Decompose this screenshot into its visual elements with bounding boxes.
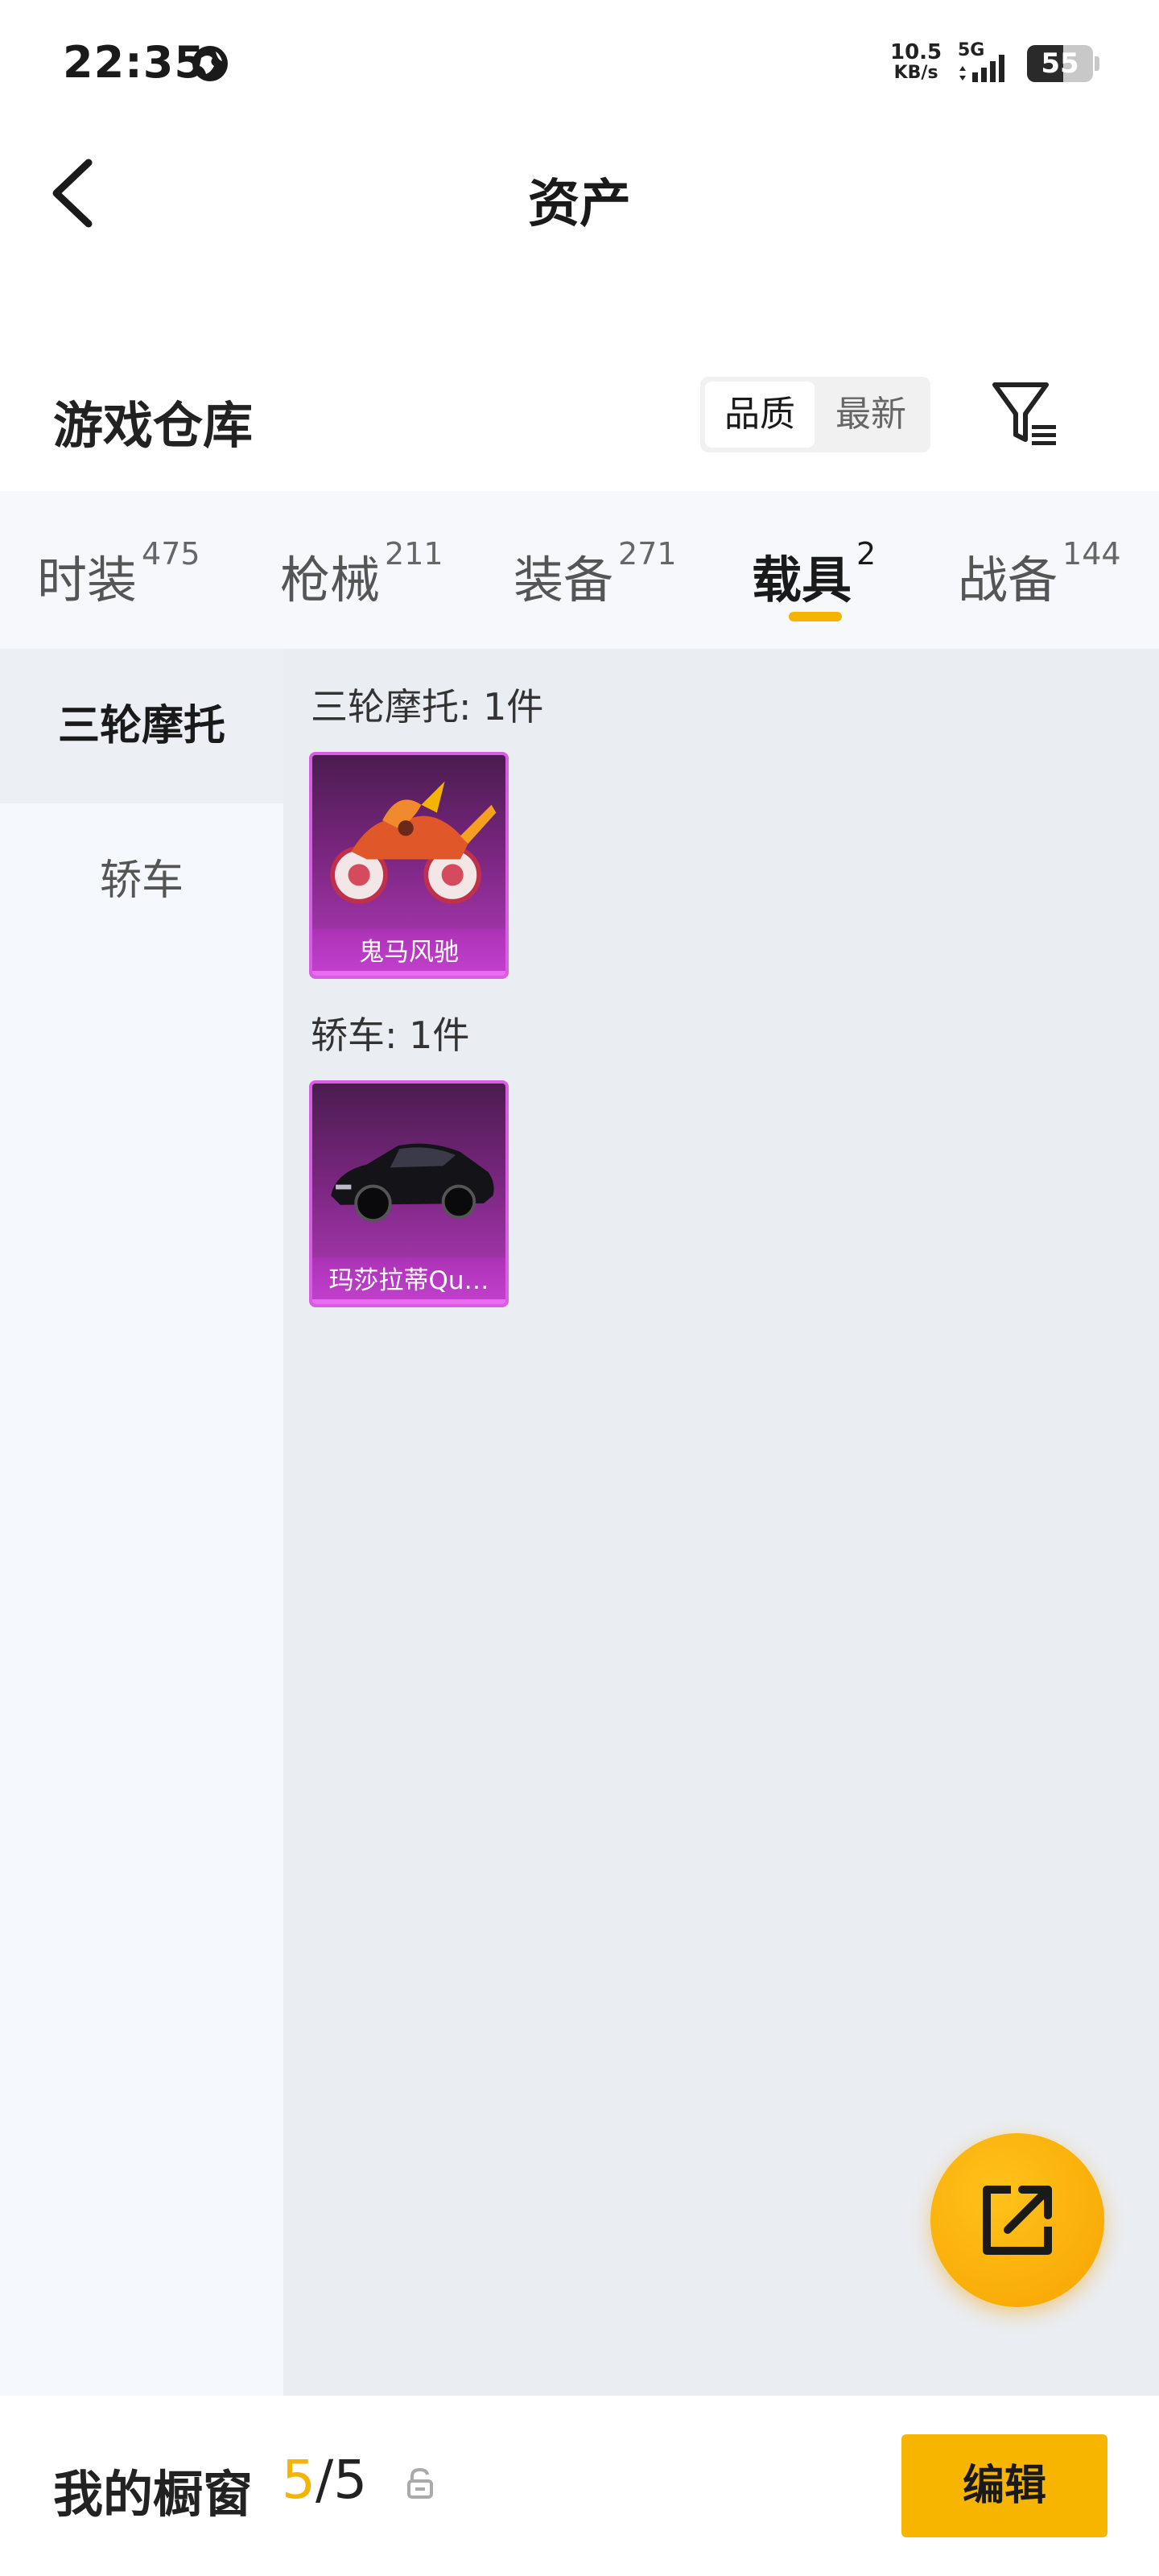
- net-speed: 10.5 KB/s: [890, 40, 942, 83]
- showcase-count: 5/5: [282, 2449, 368, 2511]
- status-time: 22:35: [63, 37, 205, 88]
- showcase-bar: 我的橱窗 5/5 编辑: [0, 2396, 1159, 2576]
- group-label-sedan: 轿车: 1件: [311, 1013, 470, 1057]
- page-title: 资产: [528, 175, 631, 234]
- active-tab-indicator: [789, 612, 842, 621]
- tab-vehicles[interactable]: 载具 2: [752, 536, 876, 612]
- sort-toggle: 品质 最新: [700, 377, 930, 452]
- tab-supplies[interactable]: 战备 144: [958, 536, 1121, 612]
- tab-fashion[interactable]: 时装 475: [37, 536, 200, 612]
- sedan-image: [331, 1143, 494, 1223]
- showcase-label: 我的橱窗: [53, 2465, 254, 2524]
- edit-button[interactable]: 编辑: [901, 2434, 1107, 2537]
- tab-equipment[interactable]: 装备 271: [514, 536, 677, 612]
- battery-icon: 55: [1027, 45, 1093, 82]
- sort-option-quality[interactable]: 品质: [705, 382, 815, 448]
- warehouse-title: 游戏仓库: [53, 396, 254, 455]
- sidebar: 三轮摩托 轿车: [0, 649, 283, 2396]
- status-bar: 22:35 10.5 KB/s 5G 55: [0, 0, 1159, 129]
- globe-icon: [192, 46, 228, 81]
- rarity-strip: [312, 1299, 505, 1304]
- group-label-trike: 三轮摩托: 1件: [311, 685, 544, 729]
- rarity-strip: [312, 971, 505, 976]
- lock-icon: [407, 2467, 433, 2499]
- item-card-trike[interactable]: 鬼马风驰: [309, 752, 509, 979]
- item-name: 玛莎拉蒂Qu…: [312, 1257, 505, 1304]
- sort-option-newest[interactable]: 最新: [816, 382, 926, 448]
- share-button[interactable]: [930, 2133, 1104, 2307]
- category-tabs: 时装 475 枪械 211 装备 271 载具 2 战备 144: [0, 491, 1159, 649]
- trike-image: [330, 781, 497, 904]
- share-icon: [983, 2186, 1052, 2255]
- sidebar-item-sedan[interactable]: 轿车: [0, 803, 283, 958]
- filter-icon: [992, 382, 1056, 445]
- signal-icon: 5G: [958, 40, 1019, 85]
- battery-tip: [1095, 56, 1099, 71]
- tab-weapons[interactable]: 枪械 211: [280, 536, 443, 612]
- sidebar-item-trike[interactable]: 三轮摩托: [0, 649, 283, 803]
- filter-button[interactable]: [990, 378, 1062, 451]
- item-name: 鬼马风驰: [312, 929, 505, 976]
- item-card-sedan[interactable]: 玛莎拉蒂Qu…: [309, 1080, 509, 1307]
